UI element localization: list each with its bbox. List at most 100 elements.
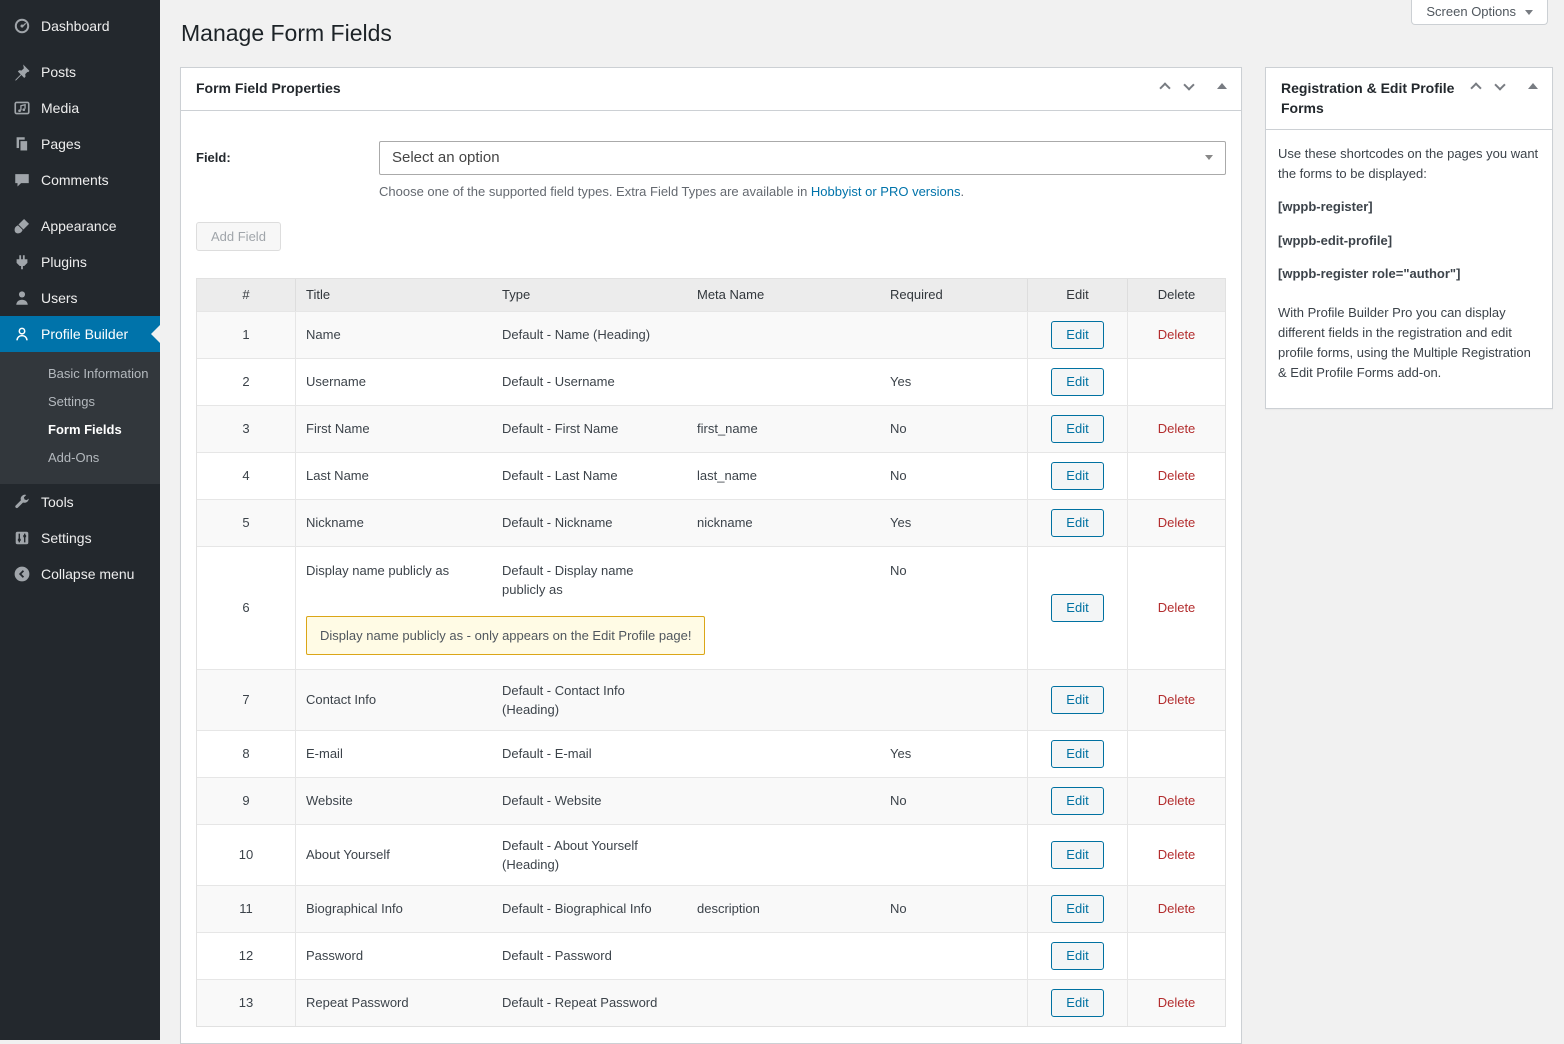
sidebar-subitem-settings[interactable]: Settings <box>0 388 160 416</box>
edit-button[interactable]: Edit <box>1051 462 1103 490</box>
sidebar-item-posts[interactable]: Posts <box>0 54 160 90</box>
row-number: 9 <box>197 778 296 824</box>
field-required: No <box>882 408 1027 449</box>
screen-options-button[interactable]: Screen Options <box>1411 0 1548 25</box>
edit-button[interactable]: Edit <box>1051 368 1103 396</box>
sidebar-item-profile-builder[interactable]: Profile Builder <box>0 316 160 352</box>
shortcodes-panel: Registration & Edit Profile Forms Use th… <box>1265 67 1553 409</box>
delete-link[interactable]: Delete <box>1158 513 1196 532</box>
field-select-wrap: Select an option Choose one of the suppo… <box>379 141 1226 199</box>
field-type: Default - Contact Info (Heading) <box>492 670 687 730</box>
table-row: 13Repeat PasswordDefault - Repeat Passwo… <box>197 979 1225 1026</box>
field-type: Default - Repeat Password <box>492 982 687 1023</box>
delete-link[interactable]: Delete <box>1158 598 1196 617</box>
pages-icon <box>12 134 32 154</box>
delete-cell <box>1127 731 1225 777</box>
table-row: 9WebsiteDefault - WebsiteNoEditDelete <box>197 777 1225 824</box>
delete-cell <box>1127 933 1225 979</box>
edit-button[interactable]: Edit <box>1051 509 1103 537</box>
edit-cell: Edit <box>1027 825 1127 885</box>
edit-button[interactable]: Edit <box>1051 594 1103 622</box>
sidebar-item-settings[interactable]: Settings <box>0 520 160 556</box>
delete-cell: Delete <box>1127 886 1225 932</box>
delete-link[interactable]: Delete <box>1158 899 1196 918</box>
edit-cell: Edit <box>1027 731 1127 777</box>
header-type: Type <box>492 287 687 302</box>
edit-button[interactable]: Edit <box>1051 942 1103 970</box>
table-row: 2UsernameDefault - UsernameYesEdit <box>197 358 1225 405</box>
field-title: Name <box>296 314 492 355</box>
move-down-icon[interactable] <box>1183 79 1194 90</box>
field-title: E-mail <box>296 733 492 774</box>
field-required: No <box>882 780 1027 821</box>
field-meta-name <box>687 790 882 812</box>
move-down-icon[interactable] <box>1494 79 1505 90</box>
edit-button[interactable]: Edit <box>1051 895 1103 923</box>
sidebar-item-comments[interactable]: Comments <box>0 162 160 198</box>
fields-table: # Title Type Meta Name Required Edit Del… <box>196 278 1226 1027</box>
field-title: Username <box>296 361 492 402</box>
sidebar-subitem-form-fields[interactable]: Form Fields <box>0 416 160 444</box>
collapse-panel-icon[interactable] <box>1217 83 1227 89</box>
field-type: Default - Nickname <box>492 502 687 543</box>
header-edit: Edit <box>1027 279 1127 311</box>
edit-button[interactable]: Edit <box>1051 321 1103 349</box>
move-up-icon[interactable] <box>1470 82 1481 93</box>
header-title: Title <box>296 287 492 302</box>
sidebar-item-pages[interactable]: Pages <box>0 126 160 162</box>
sidebar-item-collapse-menu[interactable]: Collapse menu <box>0 556 160 592</box>
delete-link[interactable]: Delete <box>1158 690 1196 709</box>
delete-cell <box>1127 359 1225 405</box>
shortcodes-panel-header: Registration & Edit Profile Forms <box>1266 68 1552 130</box>
sidebar-item-dashboard[interactable]: Dashboard <box>0 8 160 44</box>
field-meta-name: description <box>687 888 882 929</box>
delete-link[interactable]: Delete <box>1158 466 1196 485</box>
sidebar-item-tools[interactable]: Tools <box>0 484 160 520</box>
edit-button[interactable]: Edit <box>1051 989 1103 1017</box>
edit-cell: Edit <box>1027 406 1127 452</box>
row-number: 3 <box>197 406 296 452</box>
users-icon <box>12 288 32 308</box>
add-field-button[interactable]: Add Field <box>196 222 281 251</box>
plugins-icon <box>12 252 32 272</box>
pro-versions-link[interactable]: Hobbyist or PRO versions <box>811 184 961 199</box>
select-arrow-icon <box>1205 155 1213 160</box>
panel-controls <box>1161 80 1227 92</box>
table-row: 1NameDefault - Name (Heading)EditDelete <box>197 311 1225 358</box>
sidebar-subitem-add-ons[interactable]: Add-Ons <box>0 444 160 472</box>
delete-link[interactable]: Delete <box>1158 325 1196 344</box>
table-row: 12PasswordDefault - PasswordEdit <box>197 932 1225 979</box>
sidebar-item-appearance[interactable]: Appearance <box>0 208 160 244</box>
delete-link[interactable]: Delete <box>1158 845 1196 864</box>
edit-button[interactable]: Edit <box>1051 740 1103 768</box>
form-field-properties-panel: Form Field Properties Field: Select an o… <box>180 67 1242 1044</box>
table-row: 11Biographical InfoDefault - Biographica… <box>197 885 1225 932</box>
delete-cell: Delete <box>1127 453 1225 499</box>
delete-link[interactable]: Delete <box>1158 993 1196 1012</box>
edit-cell: Edit <box>1027 980 1127 1026</box>
move-up-icon[interactable] <box>1159 82 1170 93</box>
sidebar-subitem-basic-information[interactable]: Basic Information <box>0 360 160 388</box>
delete-link[interactable]: Delete <box>1158 791 1196 810</box>
field-type: Default - E-mail <box>492 733 687 774</box>
field-meta-name <box>687 689 882 711</box>
row-number: 2 <box>197 359 296 405</box>
sidebar-item-plugins[interactable]: Plugins <box>0 244 160 280</box>
collapse-panel-icon[interactable] <box>1528 83 1538 89</box>
edit-button[interactable]: Edit <box>1051 787 1103 815</box>
field-select[interactable]: Select an option <box>379 141 1226 175</box>
edit-button[interactable]: Edit <box>1051 841 1103 869</box>
edit-button[interactable]: Edit <box>1051 686 1103 714</box>
delete-cell: Delete <box>1127 778 1225 824</box>
delete-cell: Delete <box>1127 312 1225 358</box>
sidebar-item-users[interactable]: Users <box>0 280 160 316</box>
delete-link[interactable]: Delete <box>1158 419 1196 438</box>
table-row: 3First NameDefault - First Namefirst_nam… <box>197 405 1225 452</box>
edit-button[interactable]: Edit <box>1051 415 1103 443</box>
sidebar-item-label: Tools <box>41 493 74 511</box>
sidebar-item-media[interactable]: Media <box>0 90 160 126</box>
field-required: Yes <box>882 361 1027 402</box>
row-number: 4 <box>197 453 296 499</box>
pushpin-icon <box>12 62 32 82</box>
header-delete: Delete <box>1127 279 1225 311</box>
